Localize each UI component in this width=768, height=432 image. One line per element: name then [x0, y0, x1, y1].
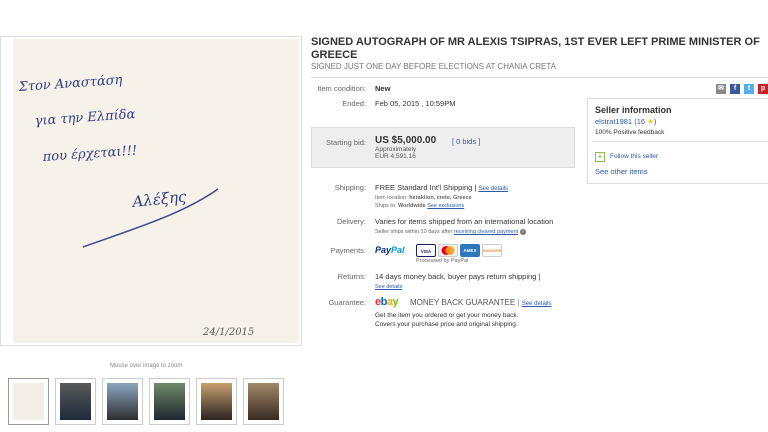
paypal-logo-pal: Pal	[391, 245, 405, 255]
guarantee-brand: MONEY BACK GUARANTEE	[410, 298, 516, 307]
thumbnail-strip	[8, 378, 284, 425]
shipping-details-link[interactable]: See details	[478, 186, 508, 192]
shipping-label: Shipping:	[334, 183, 366, 192]
delivery-label: Delivery:	[336, 217, 366, 226]
star-icon: ★	[647, 117, 654, 126]
twitter-icon[interactable]: t	[744, 84, 754, 94]
seller-info-title: Seller information	[595, 105, 672, 115]
guarantee-details-link[interactable]: See details	[522, 301, 552, 307]
mastercard-icon	[438, 244, 458, 257]
seller-name-text[interactable]: elstrat1981 (16	[595, 117, 645, 126]
cleared-payment-link[interactable]: receiving cleared payment	[454, 229, 518, 235]
listing-title: SIGNED AUTOGRAPH OF MR ALEXIS TSIPRAS, 1…	[311, 36, 760, 61]
ships-to-value: Worldwide	[397, 203, 426, 209]
returns-value: 14 days money back, buyer pays return sh…	[375, 272, 541, 281]
thumbnail-6[interactable]	[243, 378, 284, 425]
follow-seller-link[interactable]: Follow this seller	[610, 153, 658, 160]
main-image-frame[interactable]: Στον Αναστάση για την Ελπίδα που έρχεται…	[0, 36, 302, 346]
delivery-note: Seller ships within 10 days after receiv…	[375, 229, 526, 235]
starting-bid-label: Starting bid:	[325, 138, 366, 147]
shipping-value: FREE Standard Int'l Shipping | See detai…	[375, 183, 508, 194]
returns-label: Returns:	[337, 272, 366, 281]
item-location: Item location: heraklion, crete, Greece	[375, 195, 472, 201]
shipping-text: FREE Standard Int'l Shipping |	[375, 183, 477, 192]
seller-feedback: 100% Positive feedback	[595, 129, 665, 136]
see-exclusions-link[interactable]: See exclusions	[427, 203, 464, 209]
info-icon[interactable]: ?	[519, 229, 526, 235]
guarantee-line-2: Covers your purchase price and original …	[375, 321, 518, 328]
condition-label: Item condition:	[317, 84, 366, 93]
item-location-value: heraklion, crete, Greece	[409, 195, 472, 201]
delivery-note-text: Seller ships within 10 days after	[375, 229, 453, 235]
handwriting-line-1: Στον Αναστάση	[17, 73, 123, 95]
thumbnail-3[interactable]	[102, 378, 143, 425]
see-other-items-link[interactable]: See other items	[595, 167, 648, 176]
thumbnail-4[interactable]	[149, 378, 190, 425]
zoom-hint: Mouse over image to zoom	[110, 363, 183, 369]
paypal-logo-pay: Pay	[375, 245, 392, 255]
paypal-logo: PayPal	[375, 245, 405, 255]
thumbnail-2[interactable]	[55, 378, 96, 425]
mastercard-circles	[441, 246, 455, 255]
autograph-photo[interactable]: Στον Αναστάση για την Ελπίδα που έρχεται…	[13, 39, 299, 343]
returns-details-link[interactable]: See details	[375, 284, 402, 290]
handwritten-date: 24/1/2015	[202, 327, 254, 338]
payments-label: Payments:	[330, 246, 366, 255]
handwriting-line-2: για την Ελπίδα	[34, 107, 136, 129]
ended-label: Ended:	[342, 99, 366, 108]
autograph-drawing: Στον Αναστάση για την Ελπίδα που έρχεται…	[17, 73, 254, 338]
divider	[311, 77, 768, 78]
delivery-value: Varies for items shipped from an interna…	[375, 217, 554, 226]
listing-subtitle: SIGNED JUST ONE DAY BEFORE ELECTIONS AT …	[311, 62, 556, 71]
facebook-icon[interactable]: f	[730, 84, 740, 94]
plus-icon[interactable]: +	[595, 152, 605, 162]
seller-name[interactable]: elstrat1981 (16 ★)	[595, 117, 656, 126]
thumbnail-1[interactable]	[8, 378, 49, 425]
amex-icon: AMEX	[460, 244, 480, 257]
signature: Αλέξης	[130, 187, 188, 211]
ebay-logo: ebay	[375, 296, 399, 308]
money-back-guarantee: MONEY BACK GUARANTEE | See details	[410, 298, 552, 307]
ships-to-label: Ships to:	[375, 203, 397, 209]
visa-icon: VISA	[416, 244, 436, 257]
approx-value: EUR 4,591.16	[375, 153, 416, 160]
ended-value: Feb 05, 2015 , 10:59PM	[375, 99, 456, 108]
thumbnail-5[interactable]	[196, 378, 237, 425]
condition-value: New	[375, 84, 391, 93]
processed-by-paypal: Processed by PayPal	[416, 258, 469, 264]
handwriting-line-3: που έρχεται!!!	[41, 143, 137, 165]
seller-name-close: )	[653, 117, 657, 126]
discover-icon: DISCOVER	[482, 244, 502, 257]
email-icon[interactable]: ✉	[716, 84, 726, 94]
ships-to: Ships to: Worldwide See exclusions	[375, 203, 464, 209]
approx-label: Approximately	[375, 146, 417, 153]
seller-divider	[592, 141, 768, 142]
guarantee-line-1: Get the item you ordered or get your mon…	[375, 312, 519, 319]
pinterest-icon[interactable]: p	[758, 84, 768, 94]
item-location-label: Item location:	[375, 195, 408, 201]
starting-bid-price: US $5,000.00	[375, 135, 437, 146]
guarantee-label: Guarantee:	[328, 298, 366, 307]
bids-link[interactable]: [ 0 bids ]	[452, 137, 480, 146]
